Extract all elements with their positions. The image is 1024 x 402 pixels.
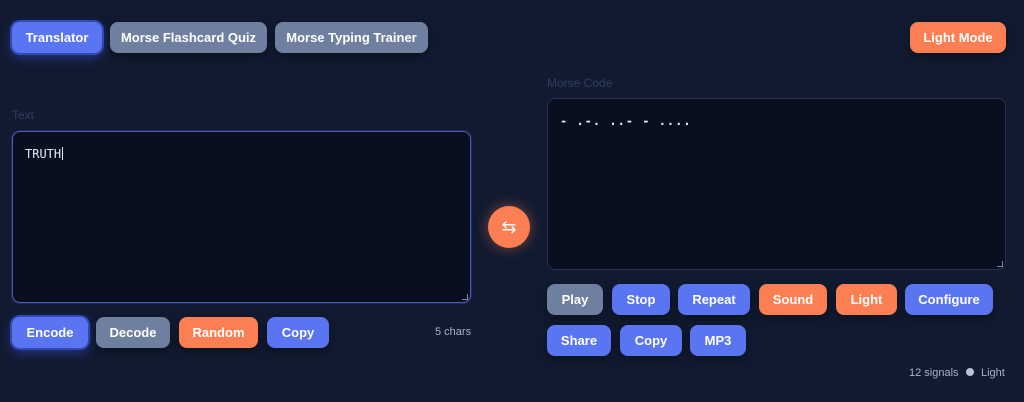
mp3-button[interactable]: MP3 (690, 325, 746, 356)
translator-app: Translator Morse Flashcard Quiz Morse Ty… (0, 0, 1024, 402)
char-count: 5 chars (435, 326, 472, 338)
tab-flashcard-quiz[interactable]: Morse Flashcard Quiz (110, 22, 267, 53)
mode-label: Light (981, 367, 1005, 379)
light-indicator-icon (966, 368, 974, 376)
resize-handle[interactable] (462, 294, 468, 300)
morse-output-value: - .-. ..- - .... (560, 114, 692, 128)
repeat-button[interactable]: Repeat (678, 284, 750, 315)
swap-button[interactable]: ⇆ (488, 206, 530, 248)
tab-typing-trainer[interactable]: Morse Typing Trainer (275, 22, 428, 53)
text-caret (62, 147, 64, 160)
copy-text-button[interactable]: Copy (267, 317, 329, 348)
morse-output[interactable]: - .-. ..- - .... (547, 98, 1006, 270)
configure-button[interactable]: Configure (905, 284, 993, 315)
theme-toggle-button[interactable]: Light Mode (910, 22, 1006, 53)
random-button[interactable]: Random (179, 317, 258, 348)
share-button[interactable]: Share (547, 325, 611, 356)
tab-translator[interactable]: Translator (12, 22, 102, 53)
text-input-value: TRUTH (25, 147, 62, 161)
decode-button[interactable]: Decode (96, 317, 170, 348)
signal-count: 12 signals (909, 367, 959, 379)
text-label: Text (12, 108, 35, 122)
resize-handle[interactable] (997, 261, 1003, 267)
encode-button[interactable]: Encode (12, 317, 88, 348)
light-button[interactable]: Light (836, 284, 897, 315)
sound-button[interactable]: Sound (759, 284, 827, 315)
copy-morse-button[interactable]: Copy (620, 325, 682, 356)
stop-button[interactable]: Stop (612, 284, 670, 315)
play-button[interactable]: Play (547, 284, 603, 315)
text-input[interactable]: TRUTH (12, 131, 471, 303)
swap-arrows-icon: ⇆ (501, 216, 517, 237)
morse-label: Morse Code (547, 76, 613, 90)
